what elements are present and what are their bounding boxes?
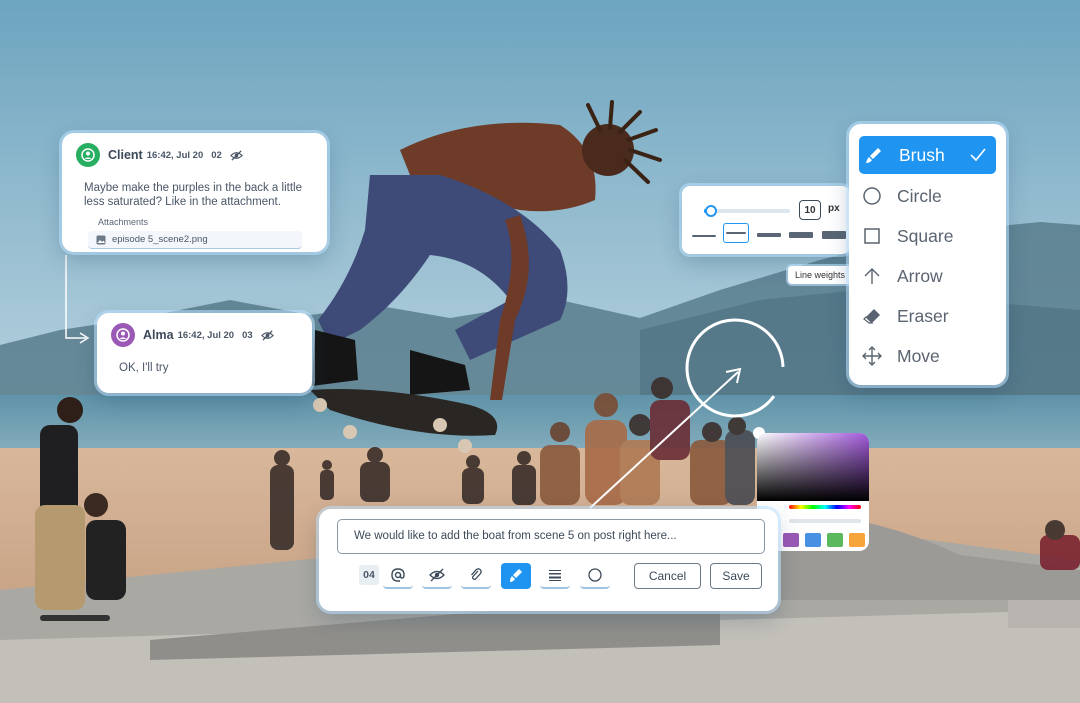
line-weight-slider[interactable] [704,205,790,217]
comment-author: Client [108,148,143,162]
line-weight-unit: px [828,203,840,214]
brush-icon [863,144,885,166]
tool-eraser[interactable]: Eraser [849,296,1006,336]
hide-icon [429,568,445,582]
line-weights-tooltip: Line weights [788,266,853,284]
tool-label: Arrow [897,265,943,286]
tool-label: Square [897,225,954,246]
comment-time: 16:42, Jul 20 [177,329,235,341]
swatch-blue[interactable] [805,533,821,547]
comment-time: 16:42, Jul 20 [146,149,204,161]
tool-arrow[interactable]: Arrow [849,256,1006,296]
brush-button[interactable] [501,563,531,589]
attachment-filename: episode 5_scene2.png [112,234,208,245]
new-comment-number: 04 [359,565,379,585]
color-saturation-area[interactable] [757,433,869,501]
line-weight-option-3[interactable] [757,233,781,237]
comment-body: Maybe make the purples in the back a lit… [84,181,313,209]
save-button[interactable]: Save [710,563,762,589]
attachments-label: Attachments [98,217,149,227]
comment-line: Maybe make the purples in the back a lit… [84,182,302,194]
circle-button[interactable] [580,563,610,589]
swatch-purple[interactable] [783,533,799,547]
hide-icon[interactable] [260,329,274,342]
brush-icon [510,569,522,582]
tool-label: Circle [897,185,942,206]
comment-author: Alma [143,328,174,342]
user-icon [116,328,130,342]
image-file-icon [96,235,106,244]
tool-label: Eraser [897,305,949,326]
attach-button[interactable] [461,563,491,589]
mention-button[interactable] [383,563,413,589]
avatar [76,143,100,167]
tool-circle[interactable]: Circle [849,176,1006,216]
circle-icon [861,185,883,207]
comment-number: 02 [211,149,222,161]
mention-icon [391,568,405,582]
comment-number: 03 [242,329,253,341]
line-weight-option-5[interactable] [822,231,846,239]
comment-input[interactable]: We would like to add the boat from scene… [337,519,765,554]
comment-card-client[interactable]: Client 16:42, Jul 20 02 Maybe make the p… [62,133,327,252]
cancel-button[interactable]: Cancel [634,563,701,589]
avatar [111,323,135,347]
comment-card-alma[interactable]: Alma 16:42, Jul 20 03 OK, I'll try [97,313,312,393]
comment-line: less saturated? Like in the attachment. [84,196,281,208]
eraser-icon [861,305,883,327]
tool-square[interactable]: Square [849,216,1006,256]
arrow-icon [861,265,883,287]
line-weight-panel[interactable]: 10 px [682,186,850,254]
square-icon [861,225,883,247]
attachment-file[interactable]: episode 5_scene2.png [88,231,302,249]
move-icon [861,345,883,367]
attach-icon [471,568,482,581]
slider-knob[interactable] [704,205,717,217]
swatch-orange[interactable] [849,533,865,547]
swatch-green[interactable] [827,533,843,547]
tool-label: Brush [899,144,945,165]
line-weight-option-1[interactable] [692,235,716,237]
hide-button[interactable] [422,563,452,589]
opacity-slider[interactable] [789,519,861,523]
hue-slider[interactable] [789,505,861,509]
drawing-tools-menu[interactable]: Brush Circle Square Arrow Eraser Move [849,124,1006,385]
line-weight-icon [549,570,561,581]
check-icon [970,148,986,162]
hide-icon[interactable] [229,149,243,162]
line-weight-button[interactable] [540,563,570,589]
compose-comment-box[interactable]: We would like to add the boat from scene… [319,509,778,611]
line-weight-value[interactable]: 10 [799,200,821,220]
circle-icon [588,568,602,582]
comment-body: OK, I'll try [119,361,298,375]
tool-brush[interactable]: Brush [859,136,996,174]
tool-label: Move [897,345,940,366]
tool-move[interactable]: Move [849,336,1006,376]
user-icon [81,148,95,162]
comment-line: OK, I'll try [119,362,169,374]
line-weight-option-4[interactable] [789,232,813,238]
